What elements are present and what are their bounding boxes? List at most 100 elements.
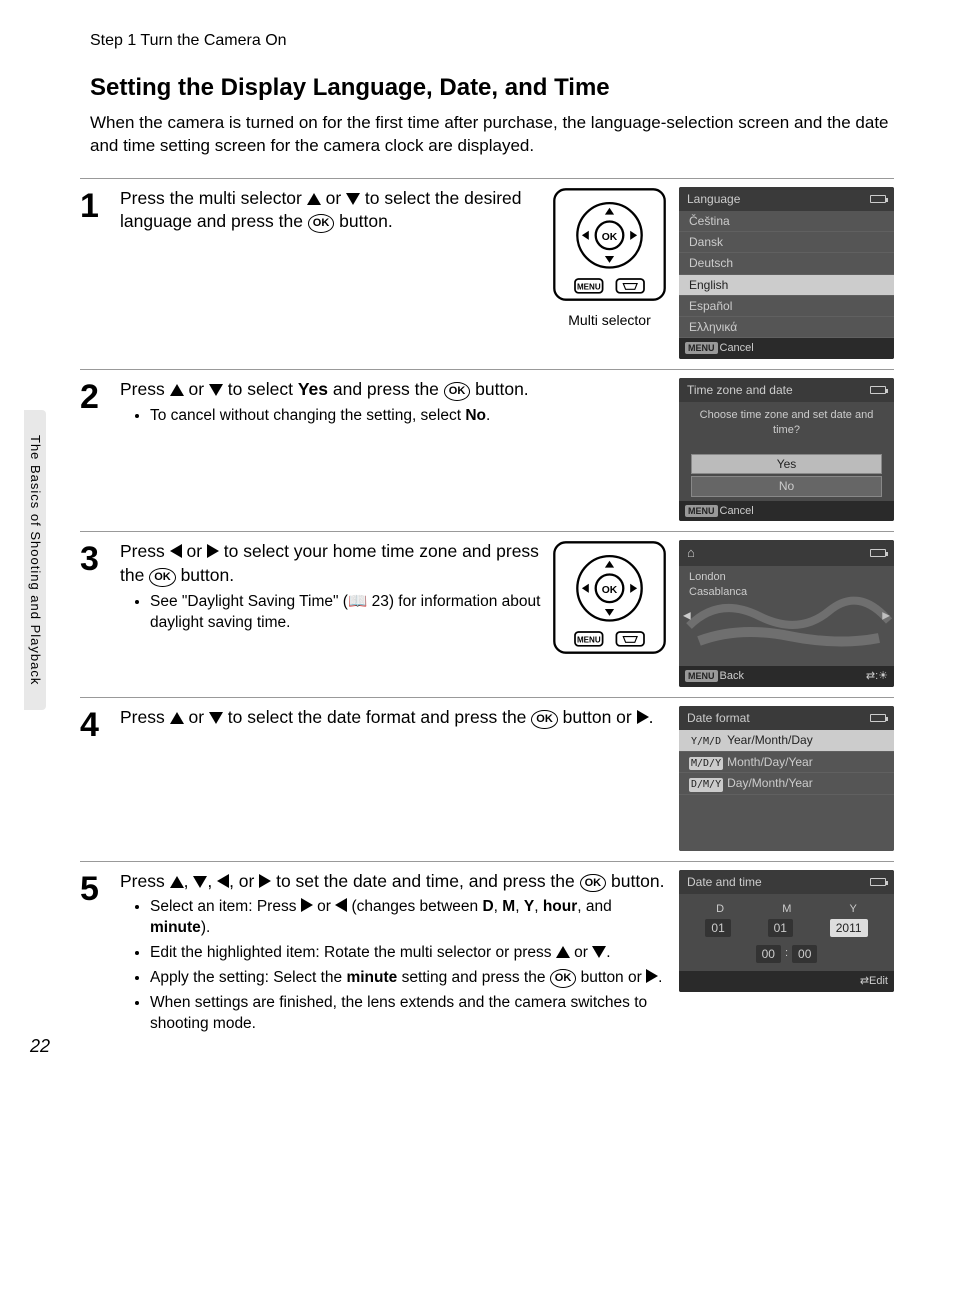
page-header-step: Step 1 Turn the Camera On <box>90 30 894 52</box>
time-colon: : <box>785 946 788 961</box>
selector-caption: Multi selector <box>552 311 667 330</box>
right-arrow-icon <box>301 898 313 912</box>
step-3-bullet: See "Daylight Saving Time" (📖 23) for in… <box>150 592 542 634</box>
lang-option[interactable]: Čeština <box>679 211 894 232</box>
battery-icon <box>870 386 886 394</box>
timezone-map-screen: London Casablanca ◀ ▶ MENUBack ⇄:☀ <box>679 540 894 686</box>
df-option[interactable]: D/M/YDay/Month/Year <box>679 773 894 795</box>
step-number: 5 <box>80 872 120 1039</box>
tz-prompt: Choose time zone and set date and time? <box>679 402 894 452</box>
left-arrow-icon <box>217 874 229 888</box>
timezone-confirm-screen: Time zone and date Choose time zone and … <box>679 378 894 521</box>
df-title: Date format <box>687 710 750 726</box>
multi-selector-figure: OK MENU <box>552 540 667 662</box>
divider <box>80 861 894 862</box>
language-title: Language <box>687 191 740 207</box>
hour-value[interactable]: 00 <box>756 945 781 963</box>
minute-value[interactable]: 00 <box>792 945 817 963</box>
step-1-text: Press the multi selector or to select th… <box>120 187 542 234</box>
step-3: 3 Press or to select your home time zone… <box>80 540 894 686</box>
city-label: London <box>689 570 884 585</box>
back-label[interactable]: Back <box>720 670 744 682</box>
menu-badge: MENU <box>685 505 718 517</box>
left-arrow-icon <box>170 544 182 558</box>
up-arrow-icon <box>170 876 184 888</box>
battery-icon <box>870 714 886 722</box>
ok-button-icon: OK <box>531 710 558 729</box>
no-option[interactable]: No <box>691 476 882 496</box>
step-number: 4 <box>80 708 120 851</box>
down-arrow-icon <box>209 712 223 724</box>
lang-option[interactable]: Deutsch <box>679 253 894 274</box>
ok-button-icon: OK <box>580 874 607 893</box>
yes-option[interactable]: Yes <box>691 454 882 474</box>
ok-button-icon: OK <box>444 382 471 401</box>
right-arrow-icon <box>207 544 219 558</box>
up-arrow-icon <box>170 712 184 724</box>
edit-label[interactable]: ⇄Edit <box>860 974 888 989</box>
divider <box>80 531 894 532</box>
cancel-label[interactable]: Cancel <box>720 505 754 517</box>
step-5-bullet-1: Select an item: Press or (changes betwee… <box>150 897 669 939</box>
down-arrow-icon <box>346 193 360 205</box>
step-5-text: Press , , , or to set the date and time,… <box>120 870 669 894</box>
battery-icon <box>870 195 886 203</box>
right-arrow-icon <box>646 969 658 983</box>
left-arrow-icon <box>335 898 347 912</box>
label-d: D <box>716 902 724 917</box>
multi-selector-figure: OK MENU Multi selector <box>552 187 667 330</box>
home-icon <box>687 544 695 562</box>
year-value-selected[interactable]: 2011 <box>830 919 868 937</box>
lang-option-selected[interactable]: English <box>679 275 894 296</box>
step-5-bullet-2: Edit the highlighted item: Rotate the mu… <box>150 943 669 964</box>
divider <box>80 178 894 179</box>
step-4: 4 Press or to select the date format and… <box>80 706 894 851</box>
step-5-bullet-3: Apply the setting: Select the minute set… <box>150 968 669 989</box>
language-screen: Language Čeština Dansk Deutsch English E… <box>679 187 894 359</box>
lang-option[interactable]: Dansk <box>679 232 894 253</box>
dt-title: Date and time <box>687 874 762 890</box>
svg-text:OK: OK <box>602 585 618 596</box>
menu-badge: MENU <box>685 670 718 682</box>
dst-icon: ⇄:☀ <box>866 669 888 684</box>
step-number: 3 <box>80 542 120 686</box>
right-arrow-icon <box>637 710 649 724</box>
step-3-text: Press or to select your home time zone a… <box>120 540 542 587</box>
step-2-text: Press or to select Yes and press the OK … <box>120 378 669 402</box>
step-5-bullet-4: When settings are finished, the lens ext… <box>150 993 669 1035</box>
date-format-screen: Date format Y/M/DYear/Month/Day M/D/YMon… <box>679 706 894 851</box>
down-arrow-icon <box>592 946 606 958</box>
battery-icon <box>870 878 886 886</box>
day-value[interactable]: 01 <box>705 919 730 937</box>
df-option-selected[interactable]: Y/M/DYear/Month/Day <box>679 730 894 752</box>
step-2: 2 Press or to select Yes and press the O… <box>80 378 894 521</box>
page-number: 22 <box>30 1034 50 1058</box>
step-2-bullet: To cancel without changing the setting, … <box>150 406 669 427</box>
svg-text:OK: OK <box>602 232 618 243</box>
label-y: Y <box>850 902 857 917</box>
month-value[interactable]: 01 <box>768 919 793 937</box>
cancel-label[interactable]: Cancel <box>720 342 754 354</box>
step-5: 5 Press , , , or to set the date and tim… <box>80 870 894 1039</box>
world-map[interactable]: London Casablanca ◀ ▶ <box>679 566 894 666</box>
ok-button-icon: OK <box>308 214 335 233</box>
right-arrow-icon <box>259 874 271 888</box>
up-arrow-icon <box>307 193 321 205</box>
step-1: 1 Press the multi selector or to select … <box>80 187 894 359</box>
menu-badge: MENU <box>685 342 718 354</box>
down-arrow-icon <box>209 384 223 396</box>
ok-button-icon: OK <box>149 568 176 587</box>
book-ref-icon: 📖 <box>348 593 367 610</box>
svg-text:MENU: MENU <box>577 282 601 291</box>
city-label: Casablanca <box>689 585 884 600</box>
page-title: Setting the Display Language, Date, and … <box>90 72 894 104</box>
battery-icon <box>870 549 886 557</box>
lang-option[interactable]: Español <box>679 296 894 317</box>
up-arrow-icon <box>556 946 570 958</box>
step-number: 2 <box>80 380 120 521</box>
side-tab: The Basics of Shooting and Playback <box>24 410 46 710</box>
svg-text:MENU: MENU <box>577 636 601 645</box>
lang-option[interactable]: Ελληνικά <box>679 317 894 338</box>
df-option[interactable]: M/D/YMonth/Day/Year <box>679 752 894 774</box>
up-arrow-icon <box>170 384 184 396</box>
